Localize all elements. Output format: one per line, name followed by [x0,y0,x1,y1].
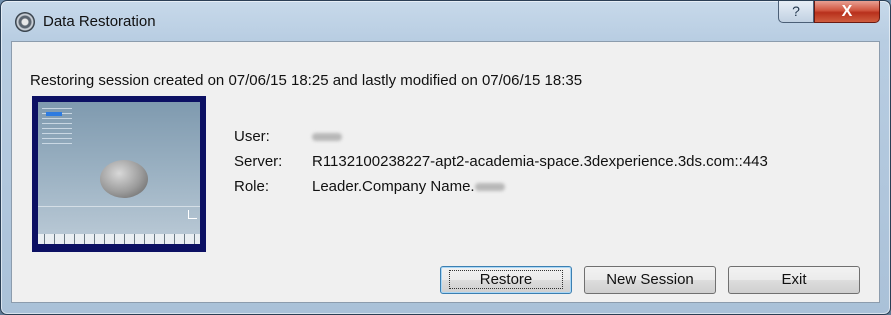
preview-toolbar [38,234,200,244]
restore-button-label: Restore [448,270,564,289]
app-logo-icon [15,12,35,32]
role-redaction [474,183,505,192]
window-title: Data Restoration [43,13,156,30]
new-session-button[interactable]: New Session [584,266,716,294]
role-label: Role: [234,178,270,195]
preview-tree-selection [46,112,62,116]
close-button[interactable]: X [814,1,880,23]
role-text: Leader.Company Name. [312,178,475,195]
help-button[interactable]: ? [778,1,814,23]
exit-button[interactable]: Exit [728,266,860,294]
server-label: Server: [234,153,283,170]
preview-viewport [38,102,200,234]
dialog-body: Restoring session created on 07/06/15 18… [11,41,880,303]
preview-axis-icon [188,210,197,219]
dialog-window: Data Restoration ? X Restoring session c… [0,0,891,315]
restore-button[interactable]: Restore [440,266,572,294]
user-value-redacted [312,128,342,145]
title-bar[interactable]: Data Restoration ? X [1,1,890,41]
role-value: Leader.Company Name. [312,178,505,195]
restore-message: Restoring session created on 07/06/15 18… [30,72,583,89]
preview-ground [38,206,200,207]
user-label: User: [234,128,270,145]
preview-3d-shape [100,160,148,198]
session-preview-thumbnail [32,96,206,252]
server-value: R1132100238227-apt2-academia-space.3dexp… [312,153,768,170]
